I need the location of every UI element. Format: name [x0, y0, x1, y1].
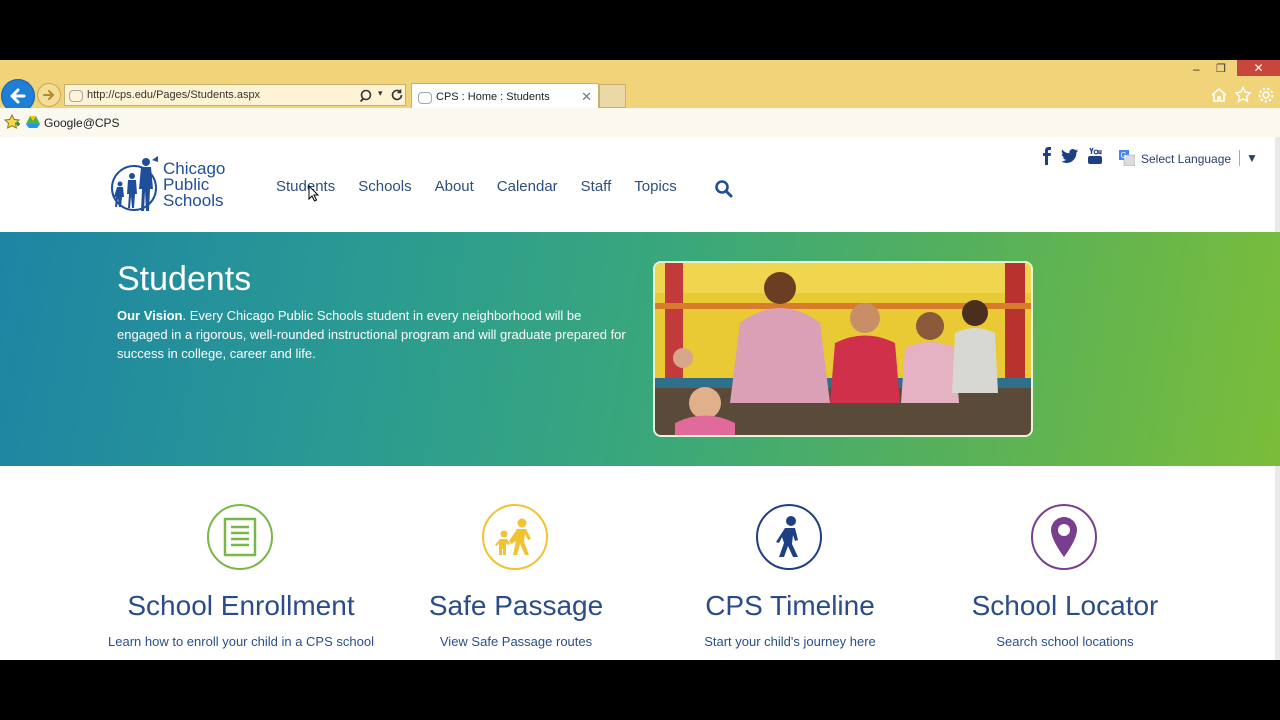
facebook-icon[interactable] — [1042, 147, 1052, 165]
vision-statement: Our Vision. Every Chicago Public Schools… — [117, 306, 627, 363]
site-header: Chicago Public Schools Students Schools … — [0, 137, 1280, 232]
feature-description: Start your child's journey here — [704, 634, 876, 649]
cps-logo-icon[interactable] — [110, 154, 162, 214]
walking-child-glyph — [776, 516, 798, 557]
new-tab-button[interactable] — [599, 84, 626, 108]
close-window-icon[interactable]: ✕ — [1237, 60, 1280, 76]
tab-favicon-icon — [418, 92, 432, 104]
tab-title: CPS : Home : Students — [436, 91, 550, 103]
map-pin-icon[interactable] — [1031, 504, 1097, 570]
feature-description: View Safe Passage routes — [439, 634, 593, 649]
minimize-icon[interactable]: – — [1193, 62, 1200, 76]
address-bar[interactable]: http://cps.edu/Pages/Students.aspx ▾ — [64, 84, 406, 106]
browser-window: http://cps.edu/Pages/Students.aspx ▾ CPS… — [0, 60, 1280, 660]
select-language-dropdown[interactable]: Select Language — [1141, 152, 1231, 166]
feature-title[interactable]: School Enrollment — [106, 590, 376, 622]
feature-title[interactable]: School Locator — [930, 590, 1200, 622]
feature-title[interactable]: CPS Timeline — [655, 590, 925, 622]
page-title: Students — [117, 260, 252, 298]
document-icon-glyph — [223, 517, 257, 557]
feature-title[interactable]: Safe Passage — [381, 590, 651, 622]
nav-calendar[interactable]: Calendar — [497, 178, 558, 195]
home-icon[interactable] — [1210, 86, 1228, 104]
main-nav: Students Schools About Calendar Staff To… — [276, 178, 700, 195]
add-favorites-icon[interactable] — [3, 114, 21, 130]
chevron-down-icon[interactable]: ▼ — [1246, 151, 1258, 165]
students-photo-illustration — [655, 263, 1031, 435]
address-dropdown-icon[interactable]: ▾ — [378, 88, 383, 99]
back-arrow-icon — [10, 88, 26, 104]
feature-description: Learn how to enroll your child in a CPS … — [108, 634, 374, 649]
favorites-bar: Google@CPS — [0, 108, 1280, 138]
google-translate-icon: G — [1119, 150, 1135, 166]
favorite-link-google-cps[interactable]: Google@CPS — [44, 116, 120, 130]
document-icon[interactable] — [207, 504, 273, 570]
cps-logo-text[interactable]: Chicago Public Schools — [163, 160, 225, 210]
google-drive-icon — [26, 116, 40, 128]
site-search-icon[interactable] — [714, 179, 734, 199]
forward-arrow-icon — [43, 90, 55, 100]
twitter-icon[interactable] — [1061, 147, 1079, 165]
nav-schools[interactable]: Schools — [358, 178, 411, 195]
mouse-cursor-icon — [308, 185, 320, 202]
forward-button[interactable] — [37, 83, 61, 107]
hero-banner: Students Our Vision. Every Chicago Publi… — [0, 232, 1280, 466]
browser-tab[interactable]: CPS : Home : Students ✕ — [411, 83, 599, 108]
browser-toolbar: http://cps.edu/Pages/Students.aspx ▾ CPS… — [0, 60, 1280, 113]
nav-staff[interactable]: Staff — [581, 178, 612, 195]
restore-icon[interactable]: ❐ — [1216, 62, 1226, 75]
refresh-icon[interactable] — [389, 87, 405, 103]
favorites-star-icon[interactable] — [1234, 86, 1252, 104]
students-photo — [653, 261, 1033, 437]
vision-label: Our Vision — [117, 308, 183, 323]
youtube-icon[interactable] — [1087, 147, 1103, 165]
nav-about[interactable]: About — [435, 178, 474, 195]
map-pin-glyph — [1051, 517, 1077, 557]
svg-text:G: G — [1121, 151, 1127, 160]
language-separator — [1239, 150, 1240, 166]
walking-family-glyph — [495, 518, 531, 555]
vision-text: . Every Chicago Public Schools student i… — [117, 308, 626, 361]
walking-child-icon[interactable] — [756, 504, 822, 570]
nav-students[interactable]: Students — [276, 178, 335, 195]
nav-topics[interactable]: Topics — [634, 178, 677, 195]
walking-family-icon[interactable] — [482, 504, 548, 570]
close-tab-icon[interactable]: ✕ — [581, 89, 592, 105]
settings-gear-icon[interactable] — [1257, 86, 1275, 104]
address-url: http://cps.edu/Pages/Students.aspx — [87, 89, 261, 101]
feature-description: Search school locations — [996, 634, 1134, 649]
search-icon[interactable] — [359, 88, 375, 104]
logo-line: Schools — [163, 191, 224, 210]
page-favicon-icon — [69, 90, 83, 102]
feature-tiles: School Enrollment Learn how to enroll yo… — [0, 466, 1275, 660]
